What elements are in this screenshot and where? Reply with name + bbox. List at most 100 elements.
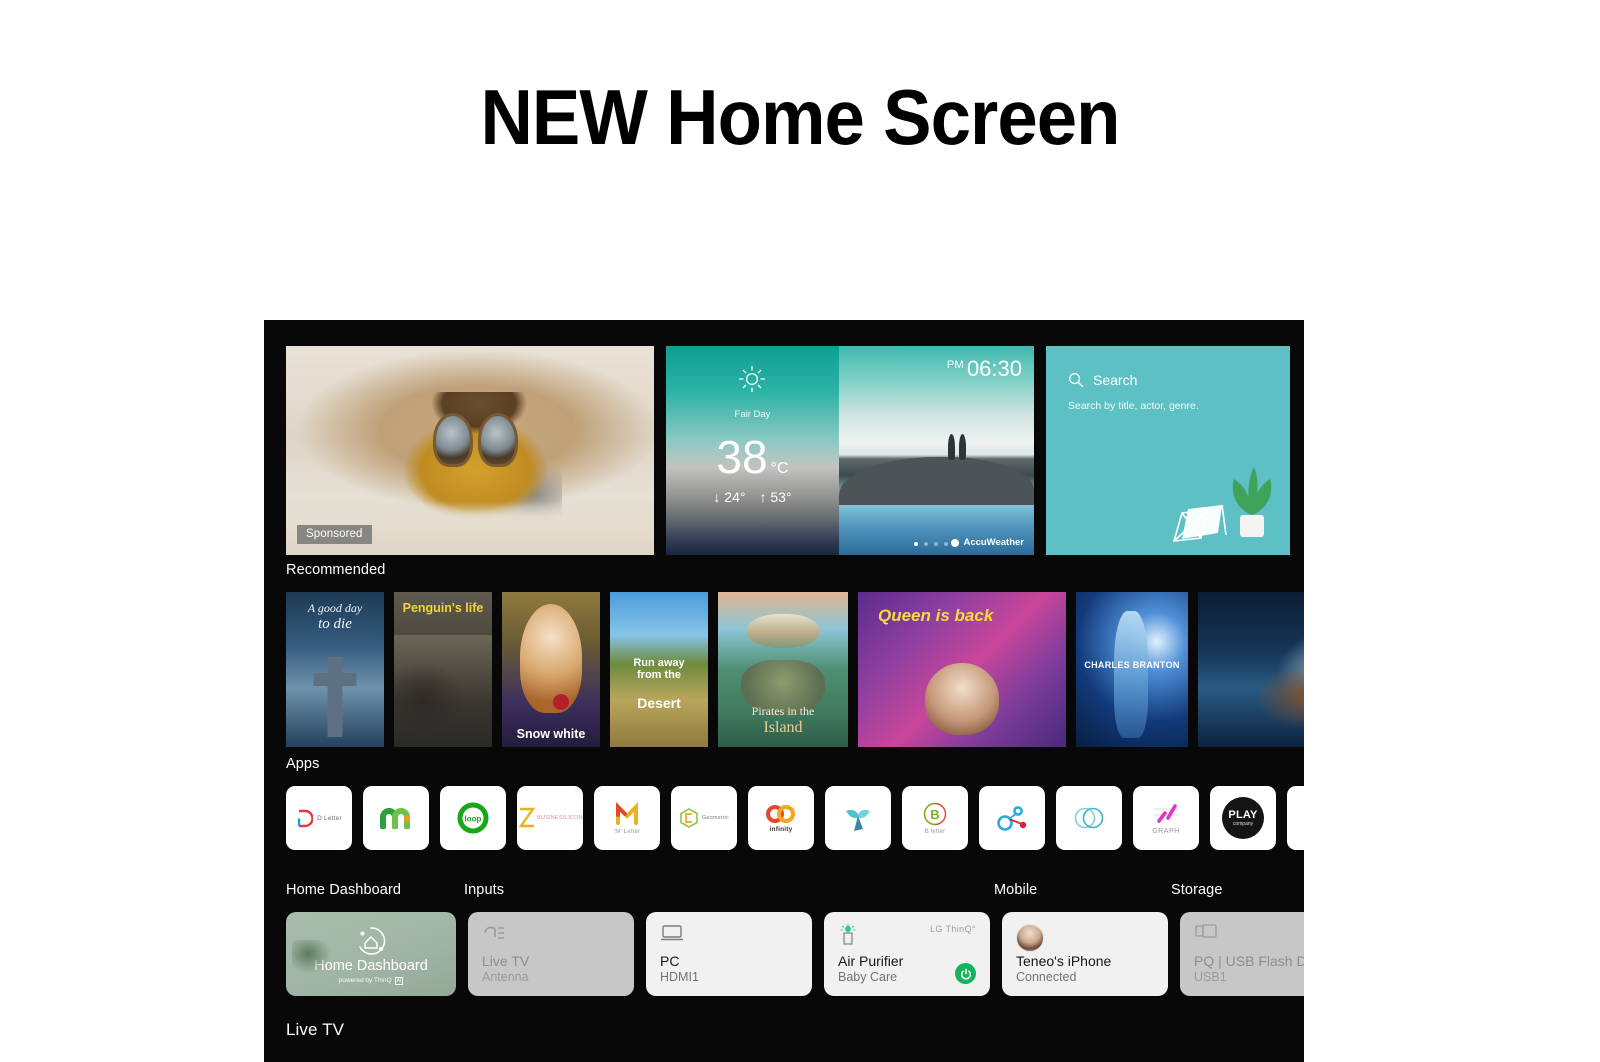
mobile-group-label: Mobile [994,882,1038,898]
app-caption: infinity [769,825,793,833]
app-geometric[interactable]: Geometric [671,786,737,850]
binoculars-icon [433,412,518,468]
app-caption: ‘M’ Letter [613,829,641,835]
poster-title-line2: Snow white [516,726,586,741]
recommended-item[interactable]: A good day to die [286,592,384,747]
play-company-icon: PLAY company [1222,797,1264,839]
app-caption: B letter [924,829,946,835]
recommended-item[interactable]: Snow white [502,592,600,747]
recommended-item[interactable]: Run away from the Desert [610,592,708,747]
app-loop[interactable]: loop [440,786,506,850]
monitor-icon [661,925,683,941]
tile-title: PQ | USB Flash D [1194,953,1304,969]
app-d-letter[interactable]: D Letter [286,786,352,850]
app-m-green[interactable] [363,786,429,850]
recommended-item[interactable]: Penguin's life [394,592,492,747]
rings-icon [1074,807,1104,829]
search-label: Search [1093,372,1138,388]
recommended-item[interactable]: Pirates in the Island [718,592,848,747]
air-purifier-icon [840,924,856,945]
m-letter-icon [615,802,638,825]
plant-illustration [1232,467,1272,537]
hero-card-row: Sponsored Fair Day 38 °C ↓ 24° ↑ 53° PM … [286,346,1304,555]
apps-row[interactable]: D Letter loop BUSINESS ICON ‘M’ Letter G… [286,786,1304,850]
accuweather-logo-icon [951,538,960,547]
molecule-icon [997,806,1027,831]
weather-card[interactable]: Fair Day 38 °C ↓ 24° ↑ 53° PM 06:30 Accu… [666,346,1034,555]
sponsored-ad-card[interactable]: Sponsored [286,346,654,555]
app-b-letter[interactable]: B B letter [902,786,968,850]
app-infinity[interactable]: infinity [748,786,814,850]
app-teal-leaf[interactable] [825,786,891,850]
recommended-item[interactable]: Queen is back [858,592,1066,747]
live-tv-tile[interactable]: Live TV Antenna [468,912,634,996]
sponsored-badge: Sponsored [297,525,372,544]
weather-scenery-pane: PM 06:30 AccuWeather [838,346,1034,555]
search-card[interactable]: Search Search by title, actor, genre. [1046,346,1290,555]
recommended-section-label: Recommended [286,562,386,578]
tile-subtitle: Connected [1016,970,1077,984]
tile-title: Air Purifier [838,953,904,969]
search-header[interactable]: Search [1068,372,1137,388]
live-tv-section-label: Live TV [286,1020,345,1039]
z-letter-icon [518,807,536,828]
clock-time: 06:30 [966,356,1022,381]
geometric-icon [680,808,698,828]
app-play-company[interactable]: PLAY company [1210,786,1276,850]
thinq-powered-badge: powered by ThinQ AI [338,976,404,985]
pc-tile[interactable]: PC HDMI1 [646,912,812,996]
app-caption: BUSINESS ICON [537,815,583,821]
air-purifier-tile[interactable]: LG ThinQ° Air Purifier Baby Care [824,912,990,996]
weather-high: ↑ 53° [759,489,792,505]
tile-subtitle: HDMI1 [660,970,699,984]
app-caption: Geometric [701,815,730,821]
tile-title: Teneo's iPhone [1016,953,1112,969]
power-icon [960,968,971,979]
apps-section-label: Apps [286,756,320,772]
poster-art [519,604,583,713]
weather-low: ↓ 24° [713,489,746,505]
app-rings[interactable] [1056,786,1122,850]
d-letter-icon [297,809,314,827]
accuweather-brand: AccuWeather [951,537,1024,548]
tile-title: PC [660,953,680,969]
search-subtitle: Search by title, actor, genre. [1068,400,1199,412]
poster-skull [741,660,825,716]
teal-leaf-icon [846,809,870,831]
weather-condition: Fair Day [734,409,771,420]
app-graph[interactable]: GRAPH [1133,786,1199,850]
sun-icon [739,365,766,393]
scenery-trees [948,433,970,460]
app-molecule[interactable] [979,786,1045,850]
plant-decor [292,940,338,996]
recommended-item[interactable]: THE DARK GHOST SHIP [1198,592,1304,747]
thinq-ai-badge: AI [394,976,404,985]
recommended-item[interactable]: CHARLES BRANTON [1076,592,1188,747]
usb-storage-tile[interactable]: PQ | USB Flash D USB1 [1180,912,1304,996]
app-m-letter[interactable]: ‘M’ Letter [594,786,660,850]
app-caption-sub: company [1232,821,1254,827]
poster-title-line2: Island [763,718,803,736]
app-caption: PLAY [1228,809,1258,821]
poster-art [394,635,492,747]
antenna-icon [484,926,504,939]
tile-subtitle: USB1 [1194,970,1227,984]
page-title: NEW Home Screen [480,73,1120,161]
storage-group-label: Storage [1171,882,1223,898]
home-dashboard-tile[interactable]: Home Dashboard powered by ThinQ AI [286,912,456,996]
power-toggle-button[interactable] [955,963,976,984]
poster-art [313,657,357,738]
dashboard-tile-row[interactable]: Home Dashboard powered by ThinQ AI Live … [286,912,1304,996]
teneo-iphone-tile[interactable]: Teneo's iPhone Connected [1002,912,1168,996]
app-partial[interactable] [1287,786,1304,850]
scenery-hill [838,456,1034,512]
clock: PM 06:30 [947,356,1022,382]
m-green-icon [380,808,411,829]
lg-thinq-brand: LG ThinQ° [929,924,976,934]
weather-temp-unit: °C [770,460,789,477]
tile-subtitle: Antenna [482,970,529,984]
poster-title-line1: Penguin's life [402,601,484,615]
loop-icon: loop [457,802,489,834]
app-business-icon[interactable]: BUSINESS ICON [517,786,583,850]
recommended-row[interactable]: A good day to die Penguin's life Snow wh… [286,592,1304,747]
